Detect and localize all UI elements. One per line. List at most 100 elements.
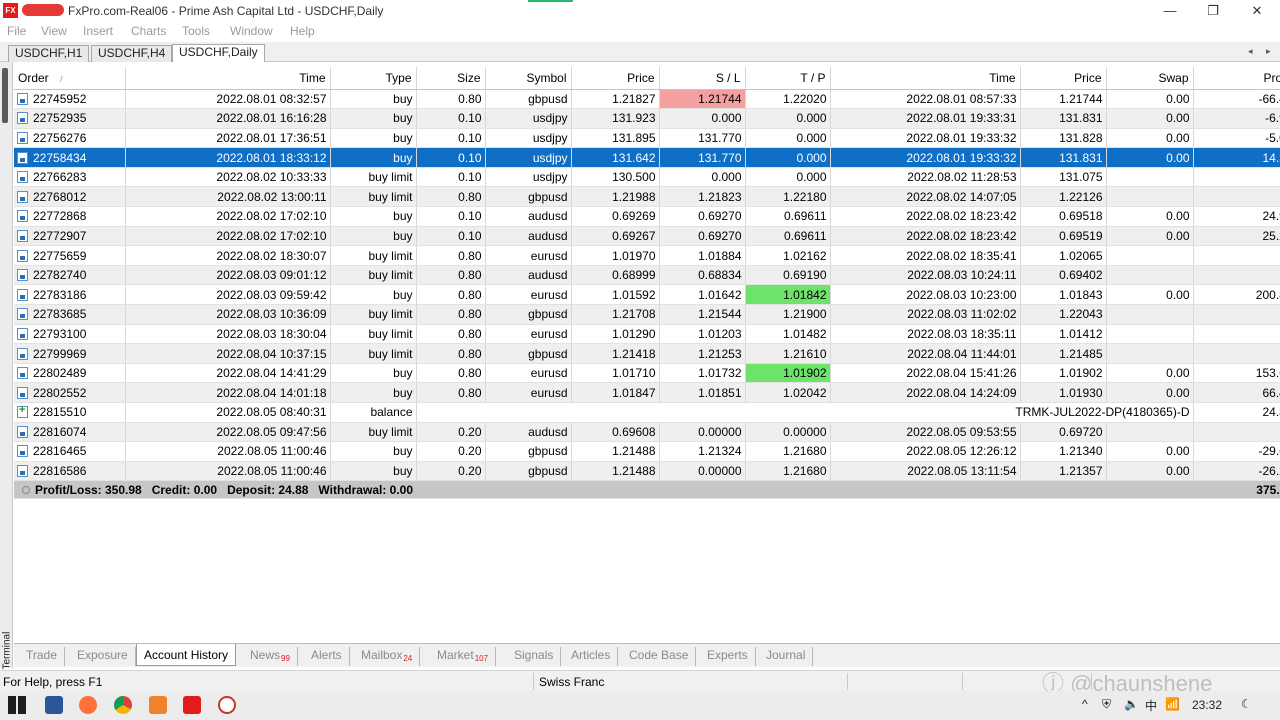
tab-code-base[interactable]: Code Base [622, 647, 697, 666]
table-row[interactable]: 22783186 2022.08.03 09:59:42 buy 0.80 eurusd… [14, 284, 1280, 306]
fxpro-taskbar-icon[interactable] [183, 696, 201, 714]
open-time-cell: 2022.08.03 10:36:09 [125, 304, 331, 325]
col-close-time[interactable]: Time [830, 67, 1021, 90]
col-swap[interactable]: Swap [1106, 67, 1194, 90]
size-cell: 0.80 [416, 245, 486, 266]
col-order[interactable]: Order / [14, 67, 126, 90]
close-time-cell: 2022.08.02 14:07:05 [830, 186, 1021, 208]
col-size[interactable]: Size [416, 67, 486, 90]
col-type[interactable]: Type [330, 67, 417, 90]
tab-account-history[interactable]: Account History [136, 644, 237, 666]
open-price-cell: 131.923 [571, 108, 660, 129]
tray-expand-icon[interactable]: ^ [1082, 697, 1088, 711]
table-row[interactable]: 22816074 2022.08.05 09:47:56 buy limit 0.20… [14, 422, 1280, 443]
tab-signals[interactable]: Signals [507, 647, 562, 666]
menu-insert[interactable]: Insert [83, 24, 113, 38]
tab-market[interactable]: Market107 [430, 647, 497, 666]
tab-scroll-right-icon[interactable]: ▸ [1266, 46, 1271, 57]
tab-mailbox[interactable]: Mailbox24 [354, 647, 421, 666]
minimize-button[interactable]: — [1150, 0, 1190, 21]
order-cell: 22782740 [14, 265, 126, 286]
table-row[interactable]: 22752935 2022.08.01 16:16:28 buy 0.10 usdjpy… [14, 108, 1280, 129]
col-close-price[interactable]: Price [1020, 67, 1107, 90]
menu-view[interactable]: View [41, 24, 67, 38]
table-row[interactable]: 22816586 2022.08.05 11:00:46 buy 0.20 gbpusd… [14, 461, 1280, 482]
tab-exposure[interactable]: Exposure [70, 647, 136, 666]
redaction-mark [22, 4, 64, 16]
size-cell: 0.80 [416, 363, 486, 384]
table-row[interactable]: 22782740 2022.08.03 09:01:12 buy limit 0.80… [14, 265, 1280, 286]
table-row[interactable]: 22816465 2022.08.05 11:00:46 buy 0.20 gbpusd… [14, 441, 1280, 462]
profit-cell [1193, 186, 1280, 208]
firefox-icon[interactable] [79, 696, 97, 714]
table-row[interactable]: 22802489 2022.08.04 14:41:29 buy 0.80 eurusd… [14, 363, 1280, 384]
tab-alerts[interactable]: Alerts [304, 647, 350, 666]
profit-cell: -26.20 [1193, 461, 1280, 482]
order-icon [17, 367, 28, 380]
stop-loss-cell: 1.01732 [659, 363, 746, 384]
menu-window[interactable]: Window [230, 24, 273, 38]
size-cell: 0.80 [416, 343, 486, 364]
table-row[interactable]: 22802552 2022.08.04 14:01:18 buy 0.80 eurusd… [14, 382, 1280, 403]
app-icon[interactable] [149, 696, 167, 714]
stop-loss-cell: 0.00000 [659, 461, 746, 482]
col-symbol[interactable]: Symbol [485, 67, 572, 90]
table-row[interactable]: 22756276 2022.08.01 17:36:51 buy 0.10 usdjpy… [14, 128, 1280, 149]
notification-icon[interactable]: ☾ [1241, 697, 1252, 711]
close-price-cell: 1.21744 [1020, 89, 1107, 110]
size-cell: 0.10 [416, 167, 486, 188]
windows-start-icon[interactable] [8, 696, 26, 714]
col-sl[interactable]: S / L [659, 67, 746, 90]
close-button[interactable]: ✕ [1237, 0, 1277, 21]
tray-network-icon[interactable]: 📶 [1165, 697, 1180, 711]
type-cell: buy [330, 206, 417, 227]
terminal-side-handle[interactable]: Terminal [0, 62, 13, 670]
tab-news[interactable]: News99 [243, 647, 298, 666]
stop-loss-cell: 1.21823 [659, 186, 746, 208]
tab-experts[interactable]: Experts [700, 647, 756, 666]
table-row[interactable]: 22766283 2022.08.02 10:33:33 buy limit 0.10… [14, 167, 1280, 188]
close-price-cell: 1.21485 [1020, 343, 1107, 364]
col-price[interactable]: Price [571, 67, 660, 90]
table-row[interactable]: 22768012 2022.08.02 13:00:11 buy limit 0.80… [14, 186, 1280, 208]
table-row[interactable]: 22815510 2022.08.05 08:40:31balanceTRMK-J… [14, 402, 1280, 423]
menu-file[interactable]: File [7, 24, 26, 38]
table-row[interactable]: 22793100 2022.08.03 18:30:04 buy limit 0.80… [14, 324, 1280, 345]
table-row[interactable]: 22783685 2022.08.03 10:36:09 buy limit 0.80… [14, 304, 1280, 325]
tab-trade[interactable]: Trade [19, 647, 65, 666]
order-icon [17, 465, 28, 478]
table-row[interactable]: 22772868 2022.08.02 17:02:10 buy 0.10 audusd… [14, 206, 1280, 227]
col-time[interactable]: Time [125, 67, 331, 90]
table-row[interactable]: 22775659 2022.08.02 18:30:07 buy limit 0.80… [14, 245, 1280, 266]
menu-help[interactable]: Help [290, 24, 315, 38]
grip-icon[interactable] [2, 68, 8, 123]
table-row[interactable]: 22772907 2022.08.02 17:02:10 buy 0.10 audusd… [14, 226, 1280, 247]
tray-volume-icon[interactable]: 🔈 [1124, 697, 1139, 711]
menu-tools[interactable]: Tools [182, 24, 210, 38]
menu-charts[interactable]: Charts [131, 24, 166, 38]
table-row[interactable]: 22799969 2022.08.04 10:37:15 buy limit 0.80… [14, 343, 1280, 364]
chrome-icon[interactable] [114, 696, 132, 714]
tab-journal[interactable]: Journal [759, 647, 814, 666]
tab-usdchf-h1[interactable]: USDCHF,H1 [8, 45, 90, 62]
col-tp[interactable]: T / P [745, 67, 831, 90]
take-profit-cell: 1.01482 [745, 324, 831, 345]
settings-app-icon[interactable] [218, 696, 236, 714]
tab-articles[interactable]: Articles [564, 647, 619, 666]
open-time-cell: 2022.08.02 10:33:33 [125, 167, 331, 188]
tab-usdchf-daily[interactable]: USDCHF,Daily [172, 44, 265, 62]
tray-shield-icon[interactable]: ⛨ [1102, 697, 1111, 712]
tab-scroll-left-icon[interactable]: ◂ [1248, 46, 1253, 57]
restore-button[interactable]: ❐ [1193, 0, 1233, 21]
table-row[interactable]: 22758434 2022.08.01 18:33:12 buy 0.10 usdjpy… [14, 147, 1280, 168]
close-time-cell: 2022.08.01 08:57:33 [830, 89, 1021, 110]
tab-usdchf-h4[interactable]: USDCHF,H4 [91, 45, 173, 62]
type-cell: buy limit [330, 304, 417, 325]
type-cell: buy [330, 382, 417, 403]
tray-ime-icon[interactable]: 中 [1145, 697, 1157, 714]
table-row[interactable]: 22745952 2022.08.01 08:32:57 buy 0.80 gbpusd… [14, 89, 1280, 110]
open-price-cell: 1.01592 [571, 284, 660, 306]
col-profit[interactable]: Profit [1193, 67, 1280, 90]
taskbar-clock[interactable]: 23:32 [1192, 698, 1222, 712]
word-icon[interactable] [45, 696, 63, 714]
